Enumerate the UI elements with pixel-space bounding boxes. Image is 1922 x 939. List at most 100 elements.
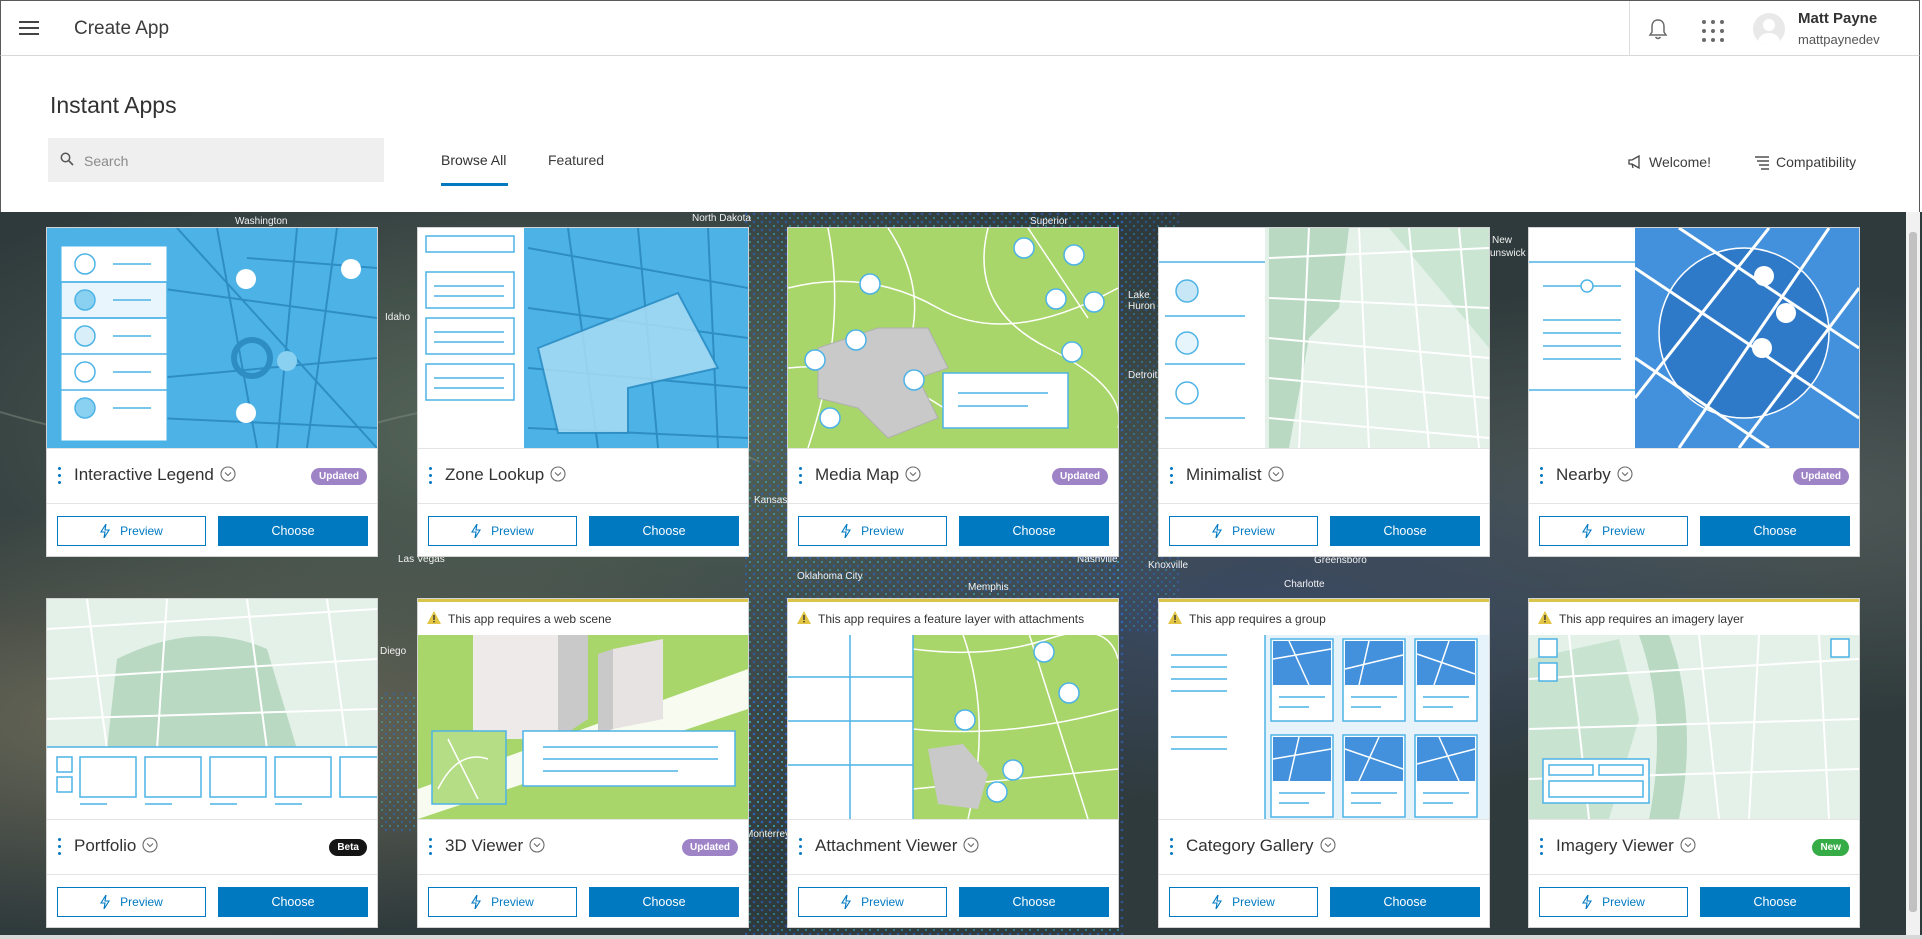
card-thumbnail	[47, 599, 377, 819]
compatibility-label: Compatibility	[1776, 154, 1857, 170]
warning-icon	[427, 611, 441, 624]
chevron-down-circle-icon[interactable]	[142, 837, 158, 853]
card-title: Nearby	[1556, 465, 1611, 484]
status-badge: Beta	[329, 839, 367, 856]
card-thumbnail	[1159, 228, 1489, 448]
lightning-icon	[1212, 895, 1223, 910]
app-card-category-gallery: This app requires a group Category Galle…	[1158, 598, 1490, 928]
map-label: Knoxville	[1148, 560, 1189, 571]
page-header: Instant Apps Browse All Featured Welcome…	[0, 56, 1920, 212]
search-input[interactable]	[82, 138, 376, 184]
hamburger-menu-icon[interactable]	[19, 19, 41, 37]
kebab-menu-icon[interactable]	[1540, 838, 1544, 858]
choose-button[interactable]: Choose	[589, 887, 739, 917]
search-icon	[60, 152, 74, 166]
warning-text: This app requires an imagery layer	[1559, 612, 1744, 626]
chevron-down-circle-icon[interactable]	[1268, 466, 1284, 482]
tab-featured[interactable]: Featured	[548, 152, 604, 168]
lightning-icon	[100, 895, 111, 910]
choose-button[interactable]: Choose	[959, 516, 1109, 546]
chevron-down-circle-icon[interactable]	[550, 466, 566, 482]
bell-icon[interactable]	[1647, 17, 1669, 41]
chevron-down-circle-icon[interactable]	[1680, 837, 1696, 853]
chevron-down-circle-icon[interactable]	[1617, 466, 1633, 482]
card-title-row: Nearby Updated	[1529, 448, 1859, 504]
lightning-icon	[471, 895, 482, 910]
megaphone-icon	[1628, 154, 1640, 170]
preview-button[interactable]: Preview	[57, 887, 206, 917]
chevron-down-circle-icon[interactable]	[1320, 837, 1336, 853]
user-id[interactable]: mattpaynedev	[1798, 32, 1880, 47]
chevron-down-circle-icon[interactable]	[220, 466, 236, 482]
preview-button[interactable]: Preview	[798, 887, 947, 917]
map-label: Superior	[1030, 216, 1068, 227]
choose-button[interactable]: Choose	[1330, 887, 1480, 917]
divider	[1629, 1, 1630, 57]
preview-label: Preview	[1232, 894, 1275, 909]
scrollbar[interactable]	[1906, 212, 1920, 935]
map-label: Monterrey	[745, 829, 791, 840]
lightning-icon	[841, 895, 852, 910]
preview-button[interactable]: Preview	[1169, 516, 1318, 546]
lightning-icon	[1582, 895, 1593, 910]
card-title-row: Category Gallery	[1159, 819, 1489, 875]
map-label: Memphis	[968, 582, 1009, 593]
map-label: Lake Huron	[1128, 290, 1156, 312]
warning-text: This app requires a feature layer with a…	[818, 612, 1085, 626]
warning-icon	[1168, 611, 1182, 624]
preview-button[interactable]: Preview	[1169, 887, 1318, 917]
card-title: Category Gallery	[1186, 836, 1314, 855]
avatar[interactable]	[1753, 13, 1785, 45]
choose-button[interactable]: Choose	[589, 516, 739, 546]
app-launcher-icon[interactable]	[1702, 20, 1724, 42]
preview-button[interactable]: Preview	[428, 887, 577, 917]
card-title: 3D Viewer	[445, 836, 524, 855]
kebab-menu-icon[interactable]	[58, 467, 62, 487]
map-label: Charlotte	[1284, 579, 1325, 590]
welcome-link[interactable]: Welcome!	[1628, 154, 1711, 170]
kebab-menu-icon[interactable]	[58, 838, 62, 858]
kebab-menu-icon[interactable]	[1170, 467, 1174, 487]
app-card-interactive-legend: Interactive Legend Updated Preview Choos…	[46, 227, 378, 557]
welcome-label: Welcome!	[1649, 154, 1711, 170]
card-title-row: Media Map Updated	[788, 448, 1118, 504]
preview-button[interactable]: Preview	[798, 516, 947, 546]
map-label: New	[1492, 235, 1513, 246]
choose-button[interactable]: Choose	[218, 887, 368, 917]
kebab-menu-icon[interactable]	[799, 838, 803, 858]
filter-list-icon	[1755, 156, 1769, 170]
search-box[interactable]	[48, 138, 384, 184]
kebab-menu-icon[interactable]	[429, 467, 433, 487]
user-name[interactable]: Matt Payne	[1798, 10, 1877, 27]
requirement-warning: This app requires a group	[1159, 599, 1489, 635]
choose-button[interactable]: Choose	[959, 887, 1109, 917]
chevron-down-circle-icon[interactable]	[963, 837, 979, 853]
map-label: Diego	[380, 646, 407, 657]
card-title-row: Portfolio Beta	[47, 819, 377, 875]
kebab-menu-icon[interactable]	[799, 467, 803, 487]
kebab-menu-icon[interactable]	[1540, 467, 1544, 487]
card-thumbnail	[1529, 228, 1859, 448]
chevron-down-circle-icon[interactable]	[529, 837, 545, 853]
choose-button[interactable]: Choose	[1700, 887, 1850, 917]
preview-button[interactable]: Preview	[428, 516, 577, 546]
preview-button[interactable]: Preview	[57, 516, 206, 546]
status-badge: New	[1812, 839, 1849, 856]
preview-button[interactable]: Preview	[1539, 516, 1688, 546]
choose-button[interactable]: Choose	[1700, 516, 1850, 546]
scrollbar-thumb[interactable]	[1909, 232, 1917, 912]
compatibility-link[interactable]: Compatibility	[1755, 154, 1857, 170]
card-title-row: Zone Lookup	[418, 448, 748, 504]
requirement-warning: This app requires a feature layer with a…	[788, 599, 1118, 635]
preview-button[interactable]: Preview	[1539, 887, 1688, 917]
choose-button[interactable]: Choose	[1330, 516, 1480, 546]
page-title: Instant Apps	[50, 92, 177, 118]
app-card-attachment-viewer: This app requires a feature layer with a…	[787, 598, 1119, 928]
kebab-menu-icon[interactable]	[429, 838, 433, 858]
tab-browse-all[interactable]: Browse All	[441, 152, 506, 168]
choose-button[interactable]: Choose	[218, 516, 368, 546]
card-thumbnail	[418, 228, 748, 448]
kebab-menu-icon[interactable]	[1170, 838, 1174, 858]
chevron-down-circle-icon[interactable]	[905, 466, 921, 482]
status-badge: Updated	[311, 468, 367, 485]
